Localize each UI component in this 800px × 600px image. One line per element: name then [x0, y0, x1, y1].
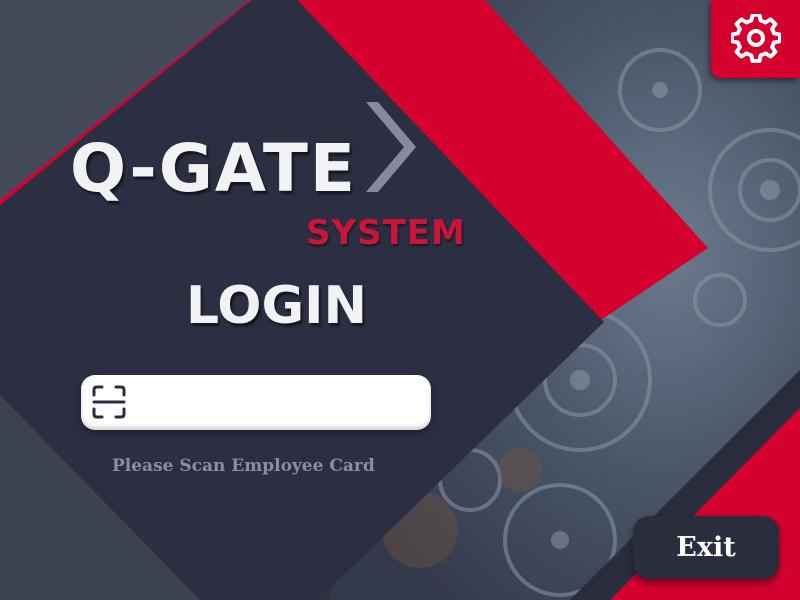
exit-button[interactable]: Exit: [633, 516, 779, 579]
employee-card-input[interactable]: [135, 383, 425, 423]
app-logo-subtitle: SYSTEM: [306, 213, 466, 253]
chevron-right-icon: [366, 102, 416, 192]
gear-icon: [730, 14, 781, 63]
login-title: LOGIN: [186, 276, 368, 336]
employee-card-field[interactable]: [81, 375, 431, 430]
background-art: [0, 0, 800, 600]
settings-button[interactable]: [711, 0, 800, 78]
scan-icon: [92, 385, 126, 419]
scan-hint: Please Scan Employee Card: [112, 456, 375, 476]
app-logo: Q-GATE: [70, 130, 357, 207]
